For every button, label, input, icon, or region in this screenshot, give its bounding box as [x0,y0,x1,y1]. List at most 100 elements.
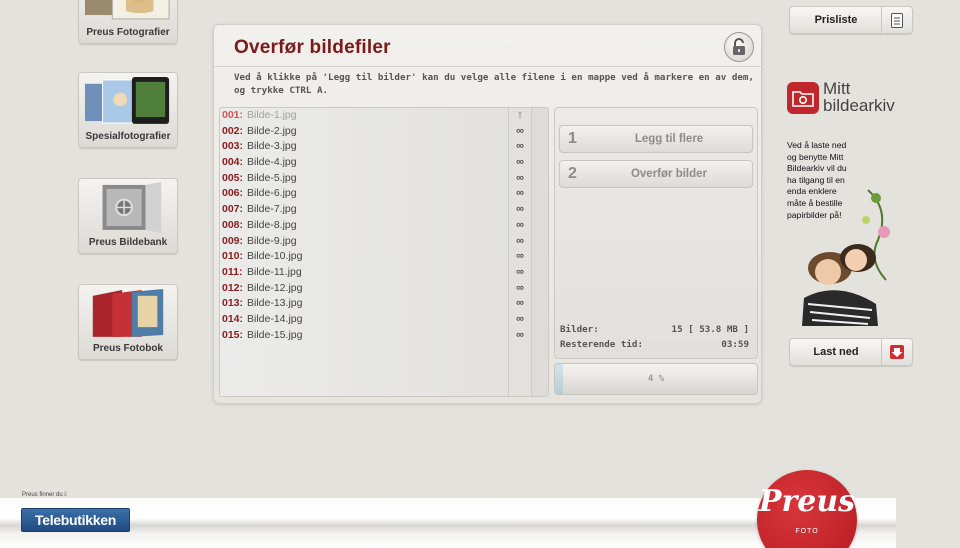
title-divider [214,66,761,67]
lock-button[interactable] [724,32,754,62]
queued-status-icon: ∞ [516,124,524,137]
file-rows: 001: Bilde-1.jpg ⇑ 002: Bilde-2.jpg ∞ 003: Bild… [220,108,548,343]
file-name: Bilde-1.jpg [247,109,297,121]
queued-status-icon: ∞ [516,156,524,169]
queued-status-icon: ∞ [516,297,524,310]
mitt-bildearkiv-logo[interactable]: Mitt bildearkiv [787,80,912,116]
arrow-down-icon [890,345,904,359]
file-row[interactable]: 010: Bilde-10.jpg ∞ [220,249,548,265]
file-number: 005: [222,171,244,184]
file-row[interactable]: 003: Bilde-3.jpg ∞ [220,139,548,155]
file-name: Bilde-5.jpg [247,171,297,184]
nav-tile-label: Preus Fotobok [92,343,163,354]
file-number: 011: [222,265,243,278]
uploading-arrow-icon: ⇑ [516,110,524,120]
file-row[interactable]: 014: Bilde-14.jpg ∞ [220,312,548,328]
images-count-value: 15 [ 53.8 MB ] [671,324,749,335]
queued-status-icon: ∞ [516,218,524,231]
upload-progress-bar: 4 % [554,363,758,395]
panel-title: Overfør bildefiler [234,37,391,58]
nav-tile-label: Spesialfotografier [85,131,171,142]
queued-status-icon: ∞ [516,140,524,153]
file-name: Bilde-4.jpg [247,156,297,169]
images-count-label: Bilder: [560,324,599,335]
file-number: 008: [222,218,244,231]
file-list[interactable]: 001: Bilde-1.jpg ⇑ 002: Bilde-2.jpg ∞ 003: Bild… [219,107,549,397]
upload-instructions: Ved å klikke på 'Legg til bilder' kan du… [234,72,754,96]
file-number: 013: [222,297,244,310]
file-number: 004: [222,156,244,169]
file-row[interactable]: 006: Bilde-6.jpg ∞ [220,186,548,202]
step-number: 1 [568,130,577,147]
promo-kids-photo [802,189,890,326]
queued-status-icon: ∞ [516,187,524,200]
download-button[interactable]: Last ned [789,338,913,366]
file-number: 015: [222,328,244,341]
file-number: 014: [222,312,244,325]
file-number: 012: [222,281,244,294]
file-row[interactable]: 007: Bilde-7.jpg ∞ [220,202,548,218]
file-name: Bilde-13.jpg [247,297,303,310]
file-row[interactable]: 011: Bilde-11.jpg ∞ [220,265,548,281]
file-number: 010: [222,250,244,263]
remaining-time-label: Resterende tid: [560,339,643,350]
file-number: 001: [222,109,244,121]
download-icon-box [881,339,912,365]
queued-status-icon: ∞ [516,328,524,341]
telebutikken-link[interactable]: Telebutikken [21,508,130,532]
progress-percent: 4 % [647,374,665,384]
step-label: Legg til flere [634,133,704,145]
action-panel: 1 Legg til flere 2 Overfør bilder Bilder… [554,107,758,359]
nav-tile-preus-fotografier[interactable]: Preus Fotografier [78,0,178,44]
file-number: 003: [222,140,244,153]
file-name: Bilde-10.jpg [247,250,303,263]
upload-panel: Overfør bildefiler Ved å klikke på 'Legg… [213,24,762,404]
file-name: Bilde-3.jpg [247,140,297,153]
file-number: 002: [222,124,244,137]
safe-icon [102,182,162,233]
queued-status-icon: ∞ [516,265,524,278]
file-name: Bilde-8.jpg [247,218,297,231]
upload-stats: Bilder: 15 [ 53.8 MB ] Resterende tid: 0… [560,322,749,352]
queued-status-icon: ∞ [516,250,524,263]
transfer-images-button[interactable]: 2 Overfør bilder [559,160,753,188]
nav-tile-preus-fotobok[interactable]: Preus Fotobok [78,284,178,360]
file-number: 006: [222,187,244,200]
file-number: 007: [222,203,244,216]
nav-tile-label: Preus Bildebank [88,237,168,248]
preus-foto-logo[interactable]: Preus FOTO [757,470,857,548]
photo-stack-thumbnail [84,0,170,20]
file-row[interactable]: 005: Bilde-5.jpg ∞ [220,171,548,187]
price-list-button[interactable]: Prisliste [789,6,913,34]
file-name: Bilde-15.jpg [247,328,303,341]
file-row[interactable]: 013: Bilde-13.jpg ∞ [220,296,548,312]
preus-logo-script: Preus [758,484,856,519]
price-list-label: Prisliste [814,14,858,26]
file-number: 009: [222,234,244,247]
download-label: Last ned [813,346,859,358]
queued-status-icon: ∞ [516,234,524,247]
file-row[interactable]: 012: Bilde-12.jpg ∞ [220,281,548,297]
file-row[interactable]: 009: Bilde-9.jpg ∞ [220,234,548,250]
nav-tile-preus-bildebank[interactable]: Preus Bildebank [78,178,178,254]
add-more-button[interactable]: 1 Legg til flere [559,125,753,153]
file-row[interactable]: 008: Bilde-8.jpg ∞ [220,218,548,234]
nav-tile-spesialfotografier[interactable]: Spesialfotografier [78,72,178,148]
step-label: Overfør bilder [630,168,708,180]
file-name: Bilde-11.jpg [247,265,302,278]
photo-book-icon [92,288,164,337]
special-photos-thumbnail [84,76,170,124]
unlock-icon [733,38,745,55]
file-name: Bilde-14.jpg [247,312,303,325]
folder-camera-icon [787,82,819,114]
queued-status-icon: ∞ [516,203,524,216]
file-row[interactable]: 002: Bilde-2.jpg ∞ [220,124,548,140]
preus-logo-sub: FOTO [795,528,819,535]
file-row[interactable]: 001: Bilde-1.jpg ⇑ [220,108,548,124]
file-row[interactable]: 004: Bilde-4.jpg ∞ [220,155,548,171]
file-name: Bilde-6.jpg [247,187,297,200]
file-name: Bilde-12.jpg [247,281,303,294]
file-row[interactable]: 015: Bilde-15.jpg ∞ [220,328,548,344]
step-number: 2 [568,165,577,182]
queued-status-icon: ∞ [516,171,524,184]
